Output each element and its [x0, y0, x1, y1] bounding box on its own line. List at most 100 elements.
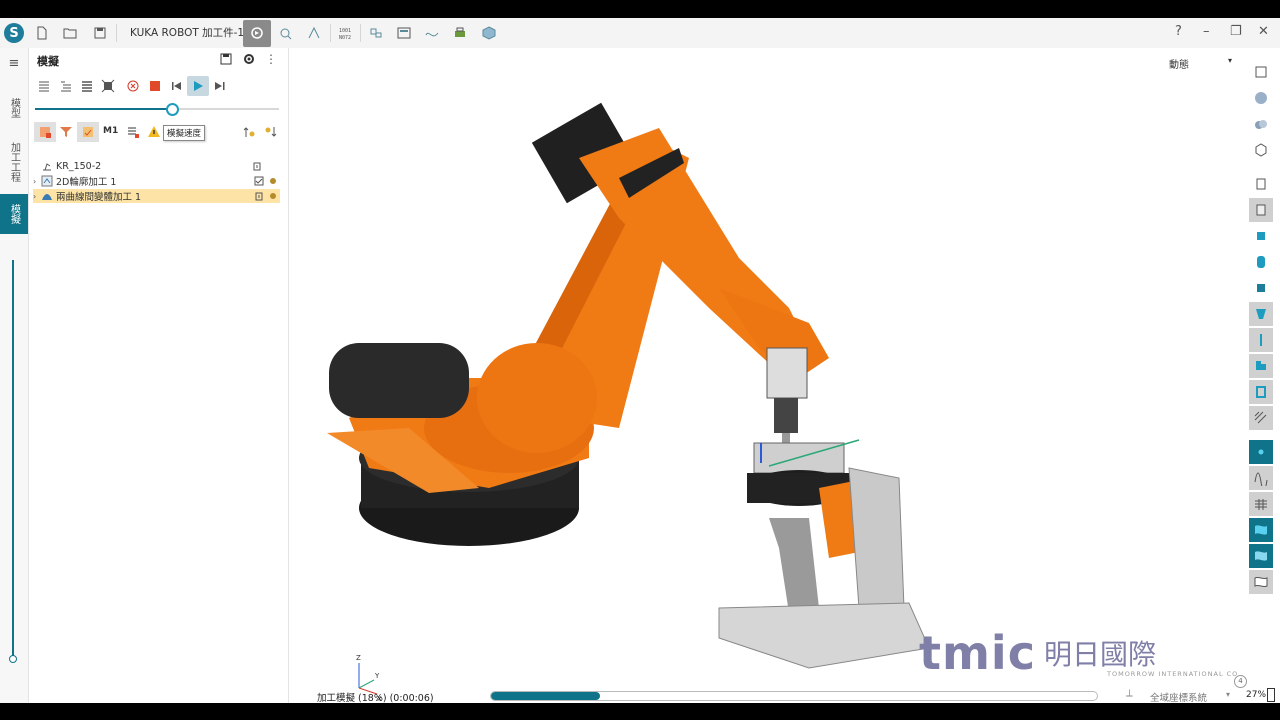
chevron-down-icon[interactable]: ▾	[1226, 690, 1230, 699]
3d-viewport[interactable]: 動態 ▾ N1 Z Y X tmic 明日國際 TOMORROW INTERNA…	[289, 48, 1246, 703]
toolpath-icon[interactable]	[306, 25, 322, 41]
hamburger-menu-icon[interactable]: ≡	[0, 53, 28, 73]
target-icon[interactable]	[101, 79, 115, 93]
list-all-icon[interactable]	[37, 79, 51, 93]
m1-label[interactable]: M1	[103, 126, 118, 136]
drill-tool-icon[interactable]	[1249, 328, 1273, 352]
save-icon[interactable]	[92, 25, 108, 41]
print-icon[interactable]	[452, 25, 468, 41]
save-icon[interactable]	[219, 52, 233, 66]
document-tab[interactable]: KUKA ROBOT 加工件-1	[122, 18, 252, 48]
svg-text:1001: 1001	[339, 28, 351, 34]
toolbar-separator	[360, 24, 361, 42]
timeline-end-dot[interactable]	[9, 655, 17, 663]
shade-view-icon[interactable]	[1249, 112, 1273, 136]
fit-view-icon[interactable]	[1249, 60, 1273, 84]
coord-system-icon[interactable]: ⟂	[1126, 688, 1133, 699]
report-icon[interactable]	[396, 25, 412, 41]
tree-item-2d-contour[interactable]: › 2D輪廓加工 1	[33, 174, 280, 188]
list-step-icon[interactable]	[59, 79, 73, 93]
tool-view-icon[interactable]	[1249, 224, 1273, 248]
point-display-icon[interactable]	[1249, 440, 1273, 464]
minimize-icon[interactable]: –	[1203, 24, 1210, 39]
open-folder-icon[interactable]	[62, 25, 78, 41]
surface-flag-3-icon[interactable]	[1249, 570, 1273, 594]
timeline-line	[12, 260, 14, 660]
new-file-icon[interactable]	[34, 25, 50, 41]
surface-flag-icon[interactable]	[1249, 518, 1273, 542]
tab-machining[interactable]: 加工工程	[0, 136, 28, 188]
svg-text:N072: N072	[339, 35, 351, 41]
stock-view-icon[interactable]	[1249, 172, 1273, 196]
path-analysis-icon[interactable]	[424, 25, 440, 41]
step-forward-icon[interactable]	[213, 79, 227, 93]
watermark-sub: TOMORROW INTERNATIONAL CO., LTD.	[1107, 670, 1246, 678]
positioner-arm	[769, 518, 819, 613]
speed-tooltip: 模擬速度	[163, 125, 206, 141]
hatch-icon[interactable]	[1249, 406, 1273, 430]
status-dot-icon	[270, 178, 276, 184]
close-icon[interactable]: ✕	[1258, 24, 1269, 39]
cone-tool-icon[interactable]	[1249, 302, 1273, 326]
cancel-icon[interactable]	[126, 79, 140, 93]
watermark-brand: tmic	[919, 626, 1036, 680]
move-up-icon[interactable]	[242, 125, 256, 139]
expand-caret-icon[interactable]: ›	[33, 177, 41, 186]
check-icon[interactable]	[254, 176, 264, 186]
tree-item-label: 2D輪廓加工 1	[56, 177, 117, 188]
zoom-level: 27%	[1246, 690, 1267, 700]
robot-scene: N1 Z Y X	[327, 102, 930, 703]
part-view-icon[interactable]	[1249, 276, 1273, 300]
axis-y-label: Y	[374, 672, 380, 680]
holder-view-icon[interactable]	[1249, 198, 1273, 222]
lock-icon[interactable]	[254, 191, 264, 201]
tmic-watermark: tmic 明日國際 TOMORROW INTERNATIONAL CO., LT…	[919, 626, 1246, 680]
tree-item-label: KR_150-2	[56, 160, 102, 172]
right-view-toolbar	[1246, 48, 1280, 703]
warning-icon[interactable]	[147, 125, 161, 139]
nc-code-icon[interactable]: 1001 N072	[338, 25, 354, 41]
speed-slider[interactable]	[35, 103, 279, 116]
coord-system-label[interactable]: 全域座標系統	[1150, 690, 1207, 704]
curve-display-icon[interactable]	[1249, 466, 1273, 490]
simulation-progress-bar	[490, 691, 1098, 701]
target-label: N1	[767, 478, 778, 487]
axis-y-line	[358, 679, 375, 689]
tab-model[interactable]: 模型	[0, 88, 28, 128]
restore-icon[interactable]: ❐	[1230, 24, 1242, 39]
fixture-icon[interactable]	[1249, 354, 1273, 378]
spindle-body	[774, 398, 798, 433]
gear-icon[interactable]	[242, 52, 256, 66]
expand-caret-icon[interactable]: ›	[33, 192, 41, 201]
app-logo-icon[interactable]: S	[4, 23, 24, 43]
cylinder-view-icon[interactable]	[1249, 250, 1273, 274]
notification-badge[interactable]: 4	[1234, 675, 1247, 688]
axis-z-label: Z	[356, 654, 361, 662]
sphere-view-icon[interactable]	[1249, 86, 1273, 110]
tab-simulation[interactable]: 模擬	[0, 194, 28, 234]
machine-icon[interactable]	[1249, 380, 1273, 404]
stock-model-icon[interactable]	[481, 25, 497, 41]
surface-grid-icon[interactable]	[1249, 492, 1273, 516]
tree-item-morph-between-curves[interactable]: › 兩曲線間變體加工 1	[33, 189, 280, 203]
help-icon[interactable]: ?	[1175, 24, 1182, 39]
tree-item-robot[interactable]: KR_150-2	[33, 159, 280, 173]
list-block-icon[interactable]	[80, 79, 94, 93]
bottom-letterbox	[0, 703, 1280, 720]
move-down-icon[interactable]	[264, 125, 278, 139]
speed-slider-thumb[interactable]	[165, 103, 179, 116]
lock-icon[interactable]	[252, 161, 262, 171]
top-letterbox	[0, 0, 1280, 18]
spindle-head	[766, 347, 808, 399]
rewind-icon[interactable]	[169, 79, 183, 93]
stop-icon[interactable]	[148, 79, 162, 93]
list-detail-icon[interactable]	[126, 125, 140, 139]
verify-icon[interactable]	[278, 25, 294, 41]
more-menu-icon[interactable]: ⋮	[264, 52, 278, 66]
tool-filter-icon[interactable]	[59, 125, 73, 139]
surface-flag-2-icon[interactable]	[1249, 544, 1273, 568]
watermark-cn: 明日國際	[1043, 638, 1156, 671]
robot-icon	[43, 163, 51, 171]
machine-setup-icon[interactable]	[368, 25, 384, 41]
iso-view-icon[interactable]	[1249, 138, 1273, 162]
